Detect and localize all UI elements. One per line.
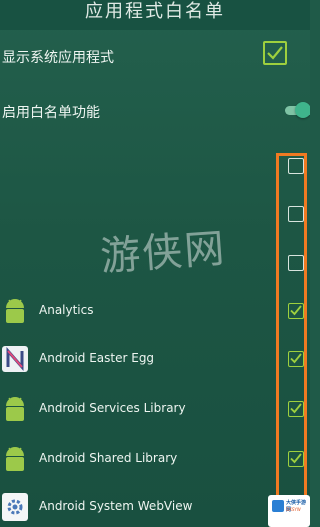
page-title: 应用程式白名单	[85, 1, 225, 22]
checkmark-icon	[267, 46, 283, 60]
android-robot-icon	[6, 447, 24, 471]
app-name: Android Easter Egg	[39, 351, 155, 365]
app-name: Android System WebView	[39, 499, 193, 513]
app-row-android-services-library[interactable]: Android Services Library	[0, 395, 270, 425]
app-name: Android Services Library	[39, 401, 186, 415]
watermark-logo: 游侠网	[98, 225, 228, 281]
app-row-android-shared-library[interactable]: Android Shared Library	[0, 445, 270, 475]
webview-gear-icon	[2, 493, 28, 521]
android-n-icon	[2, 346, 28, 372]
logo-subtext: DXSYW	[286, 507, 301, 512]
app-row-android-easter-egg[interactable]: Android Easter Egg	[0, 345, 270, 375]
site-logo: 大侠手游网 DXSYW	[268, 495, 310, 527]
app-name: Android Shared Library	[39, 451, 178, 465]
show-system-apps-label: 显示系统应用程式	[2, 50, 114, 66]
android-robot-icon	[6, 397, 24, 421]
toggle-thumb	[295, 102, 310, 118]
app-name: Analytics	[39, 303, 94, 317]
enable-whitelist-toggle[interactable]	[285, 102, 310, 118]
android-robot-icon	[6, 299, 24, 323]
highlight-frame-edge	[304, 153, 307, 527]
app-row-android-system-webview[interactable]: Android System WebView	[0, 493, 270, 523]
logo-mark-icon	[272, 500, 284, 512]
app-row-analytics[interactable]: Analytics	[0, 297, 270, 327]
title-bar: 应用程式白名单	[0, 0, 310, 30]
show-system-apps-checkbox[interactable]	[263, 41, 287, 65]
whitelist-screen: 应用程式白名单 显示系统应用程式 启用白名单功能 游侠网 Analytics A…	[0, 0, 310, 527]
highlight-frame	[276, 153, 306, 527]
enable-whitelist-label: 启用白名单功能	[2, 105, 100, 121]
